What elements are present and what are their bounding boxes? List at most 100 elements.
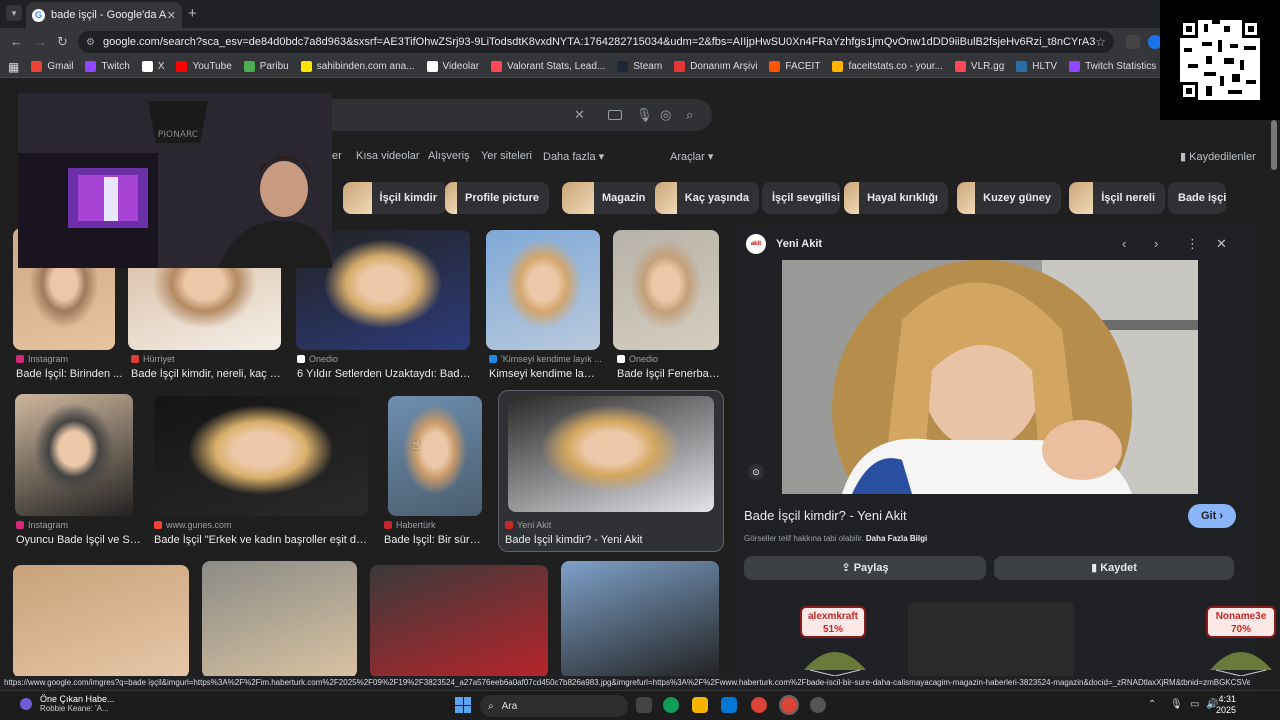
news-widget[interactable]: Öne Çıkan Habe... Robbie Keane: 'A...	[20, 694, 115, 713]
filter-tab-partial[interactable]: er	[332, 150, 342, 162]
result-caption[interactable]: Oyuncu Bade İşçil ve Seb...	[16, 534, 142, 546]
previous-image-icon[interactable]: ‹	[1122, 236, 1126, 251]
result-image[interactable]	[15, 394, 133, 516]
result-image[interactable]	[561, 561, 719, 678]
bookmark-item[interactable]: HLTV	[1016, 61, 1057, 72]
result-source[interactable]: www.gunes.com	[154, 520, 232, 530]
bookmark-item[interactable]: VLR.gg	[954, 61, 1004, 72]
related-chip[interactable]: Magazin	[562, 182, 666, 214]
more-options-icon[interactable]: ⋮	[1186, 236, 1199, 252]
reload-icon[interactable]: ↻	[57, 34, 68, 50]
mail-icon[interactable]	[721, 697, 737, 713]
result-caption[interactable]: Bade İşçil kimdir, nereli, kaç yaş...	[131, 368, 281, 380]
panel-site-name[interactable]: Yeni Akit	[776, 238, 822, 250]
clear-search-icon[interactable]: ✕	[574, 107, 585, 123]
lens-icon[interactable]: ◎	[660, 107, 671, 123]
more-info-link[interactable]: Daha Fazla Bilgi	[866, 534, 927, 543]
result-source[interactable]: Instagram	[16, 520, 68, 530]
panel-header[interactable]: akit Yeni Akit	[746, 234, 822, 254]
filter-places[interactable]: Yer siteleri	[481, 150, 532, 162]
result-caption[interactable]: Bade İşçil Fenerbahç...	[617, 368, 721, 380]
bookmark-item[interactable]: FACEIT	[769, 61, 820, 72]
task-view-icon[interactable]	[636, 697, 652, 713]
result-image[interactable]	[508, 396, 714, 512]
result-source[interactable]: Onedio	[617, 354, 658, 364]
chrome-active-icon[interactable]	[779, 695, 799, 715]
related-chip[interactable]: İşçil kimdir	[343, 182, 447, 214]
result-image[interactable]	[486, 230, 600, 350]
bookmark-item[interactable]: YouTube	[176, 61, 232, 72]
save-button[interactable]: ▮ Kaydet	[994, 556, 1234, 580]
bookmark-item[interactable]: Donanım Arşivi	[674, 61, 757, 72]
result-image[interactable]	[388, 396, 482, 516]
extension-icon[interactable]	[1126, 35, 1140, 49]
result-source[interactable]: Yeni Akit	[505, 520, 551, 530]
bookmark-star-icon[interactable]: ☆	[1095, 35, 1106, 49]
bookmark-item[interactable]: faceitstats.co - your...	[832, 61, 943, 72]
result-source[interactable]: Instagram	[16, 354, 68, 364]
saved-button[interactable]: ▮ Kaydedilenler	[1180, 150, 1256, 163]
clock[interactable]: 4:31 2025	[1216, 694, 1236, 716]
result-image[interactable]	[202, 561, 357, 678]
bookmark-item[interactable]: Videolar	[426, 61, 479, 72]
bookmark-item[interactable]: sahibinden.com ana...	[300, 61, 415, 72]
edge-icon[interactable]	[663, 697, 679, 713]
microphone-icon[interactable]: 🎙	[636, 107, 653, 123]
related-chip[interactable]: Profile picture	[445, 182, 549, 214]
result-source[interactable]: Habertürk	[384, 520, 436, 530]
bookmark-item[interactable]: Steam	[617, 61, 662, 72]
site-info-icon[interactable]: ⚙	[86, 37, 95, 48]
related-chip[interactable]: Hayal kırıklığı	[844, 182, 948, 214]
share-button[interactable]: ⇪ Paylaş	[744, 556, 986, 580]
result-caption[interactable]: Bade İşçil: Bir süre d...	[384, 534, 484, 546]
result-source[interactable]: Hürriyet	[131, 354, 175, 364]
related-chip[interactable]: İşçil nereli	[1069, 182, 1165, 214]
filter-short-videos[interactable]: Kısa videolar	[356, 150, 420, 162]
filter-more[interactable]: Daha fazla ▾	[543, 150, 604, 163]
tab-search-menu[interactable]: ▾	[6, 5, 22, 21]
result-source[interactable]: Onedio	[297, 354, 338, 364]
bookmark-item[interactable]: X	[141, 61, 164, 72]
mic-tray-icon[interactable]: 🎙	[1170, 699, 1183, 710]
result-image[interactable]	[13, 565, 189, 678]
app-icon[interactable]	[810, 697, 826, 713]
page-scrollbar[interactable]	[1270, 78, 1278, 690]
bookmark-item[interactable]: Twitch	[85, 61, 130, 72]
file-explorer-icon[interactable]	[692, 697, 708, 713]
visit-button[interactable]: Git ›	[1188, 504, 1236, 528]
bookmark-item[interactable]: Twitch Statistics	[1069, 61, 1156, 72]
panel-title[interactable]: Bade İşçil kimdir? - Yeni Akit	[744, 508, 907, 523]
result-image[interactable]	[154, 396, 368, 516]
search-icon[interactable]: ⌕	[686, 107, 693, 123]
forward-icon[interactable]: →	[34, 34, 47, 49]
result-caption[interactable]: Bade İşçil "Erkek ve kadın başroller eşi…	[154, 534, 368, 546]
network-icon[interactable]: ▭	[1190, 699, 1199, 710]
related-chip[interactable]: İşçil sevgilisi	[762, 182, 840, 214]
new-tab-button[interactable]: +	[188, 5, 197, 22]
result-source[interactable]: 'Kimseyi kendime layık ...	[489, 354, 602, 364]
tab-google-search[interactable]: G bade işçil - Google'da Ara ✕	[26, 2, 182, 28]
back-icon[interactable]: ←	[10, 34, 23, 49]
result-caption[interactable]: Kimseyi kendime layık ...	[489, 368, 599, 380]
apps-grid-icon[interactable]: ▦	[8, 60, 19, 74]
url-text[interactable]: google.com/search?sca_esv=de84d0bdc7a8d9…	[103, 36, 1095, 48]
taskbar-search[interactable]: ⌕ Ara	[480, 695, 628, 717]
search-input[interactable]: ✕ 🎙 ◎ ⌕	[300, 99, 712, 131]
tools-button[interactable]: Araçlar ▾	[670, 150, 713, 163]
result-caption[interactable]: Bade İşçil kimdir? - Yeni Akit	[505, 534, 715, 546]
result-caption[interactable]: 6 Yıldır Setlerden Uzaktaydı: Bade İşç..…	[297, 368, 473, 380]
result-image[interactable]	[370, 565, 548, 678]
start-button[interactable]	[455, 697, 471, 713]
preview-image[interactable]	[782, 260, 1198, 494]
visual-search-icon[interactable]: ⊙	[748, 464, 764, 480]
bookmark-item[interactable]: Valorant Stats, Lead...	[491, 61, 605, 72]
related-chip[interactable]: Bade işçi	[1168, 182, 1226, 214]
tray-expand-icon[interactable]: ⌃	[1148, 699, 1156, 710]
next-image-icon[interactable]: ›	[1154, 236, 1158, 251]
close-panel-icon[interactable]: ✕	[1216, 236, 1227, 252]
chrome-icon[interactable]	[751, 697, 767, 713]
related-chip[interactable]: Kuzey güney	[957, 182, 1061, 214]
address-bar[interactable]: ⚙ google.com/search?sca_esv=de84d0bdc7a8…	[78, 31, 1114, 53]
keyboard-icon[interactable]	[608, 110, 622, 120]
result-image[interactable]	[613, 230, 719, 350]
